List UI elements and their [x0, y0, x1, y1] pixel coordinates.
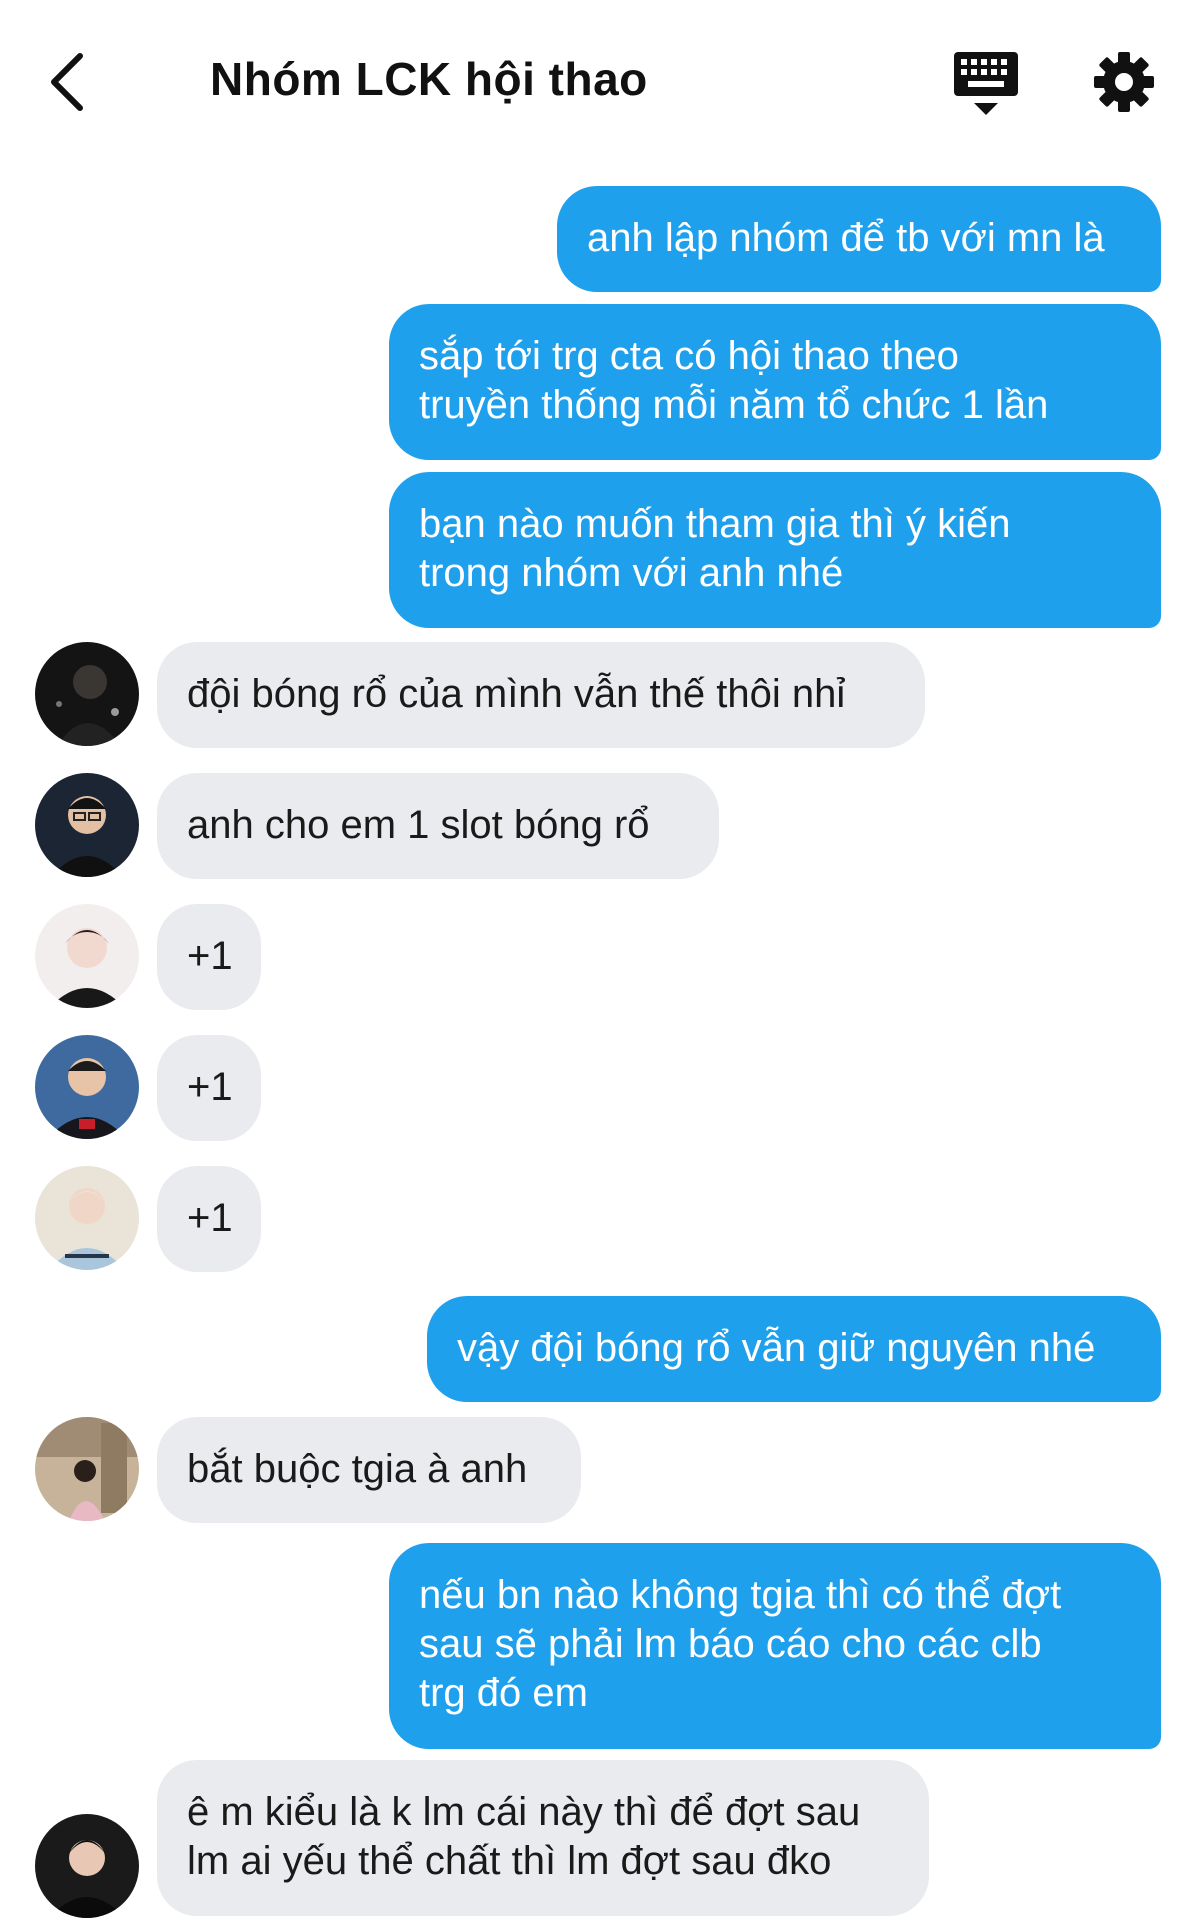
avatar[interactable] [35, 1035, 139, 1139]
avatar[interactable] [35, 904, 139, 1008]
message-incoming[interactable]: bắt buộc tgia à anh [157, 1417, 581, 1523]
message-incoming[interactable]: anh cho em 1 slot bóng rổ [157, 773, 719, 879]
message-outgoing[interactable]: vậy đội bóng rổ vẫn giữ nguyên nhé [427, 1296, 1161, 1402]
avatar[interactable] [35, 1417, 139, 1521]
message-outgoing[interactable]: bạn nào muốn tham gia thì ý kiến trong n… [389, 472, 1161, 628]
message-incoming[interactable]: +1 [157, 1166, 261, 1272]
message-list[interactable]: anh lập nhóm để tb với mn là sắp tới trg… [0, 0, 1195, 1920]
avatar[interactable] [35, 1814, 139, 1918]
message-outgoing[interactable]: sắp tới trg cta có hội thao theo truyền … [389, 304, 1161, 460]
avatar[interactable] [35, 773, 139, 877]
avatar[interactable] [35, 642, 139, 746]
message-outgoing[interactable]: anh lập nhóm để tb với mn là [557, 186, 1161, 292]
message-incoming[interactable]: đội bóng rổ của mình vẫn thế thôi nhỉ [157, 642, 925, 748]
message-outgoing[interactable]: nếu bn nào không tgia thì có thể đợt sau… [389, 1543, 1161, 1749]
message-incoming[interactable]: ê m kiểu là k lm cái này thì để đợt sau … [157, 1760, 929, 1916]
message-incoming[interactable]: +1 [157, 904, 261, 1010]
message-incoming[interactable]: +1 [157, 1035, 261, 1141]
avatar[interactable] [35, 1166, 139, 1270]
